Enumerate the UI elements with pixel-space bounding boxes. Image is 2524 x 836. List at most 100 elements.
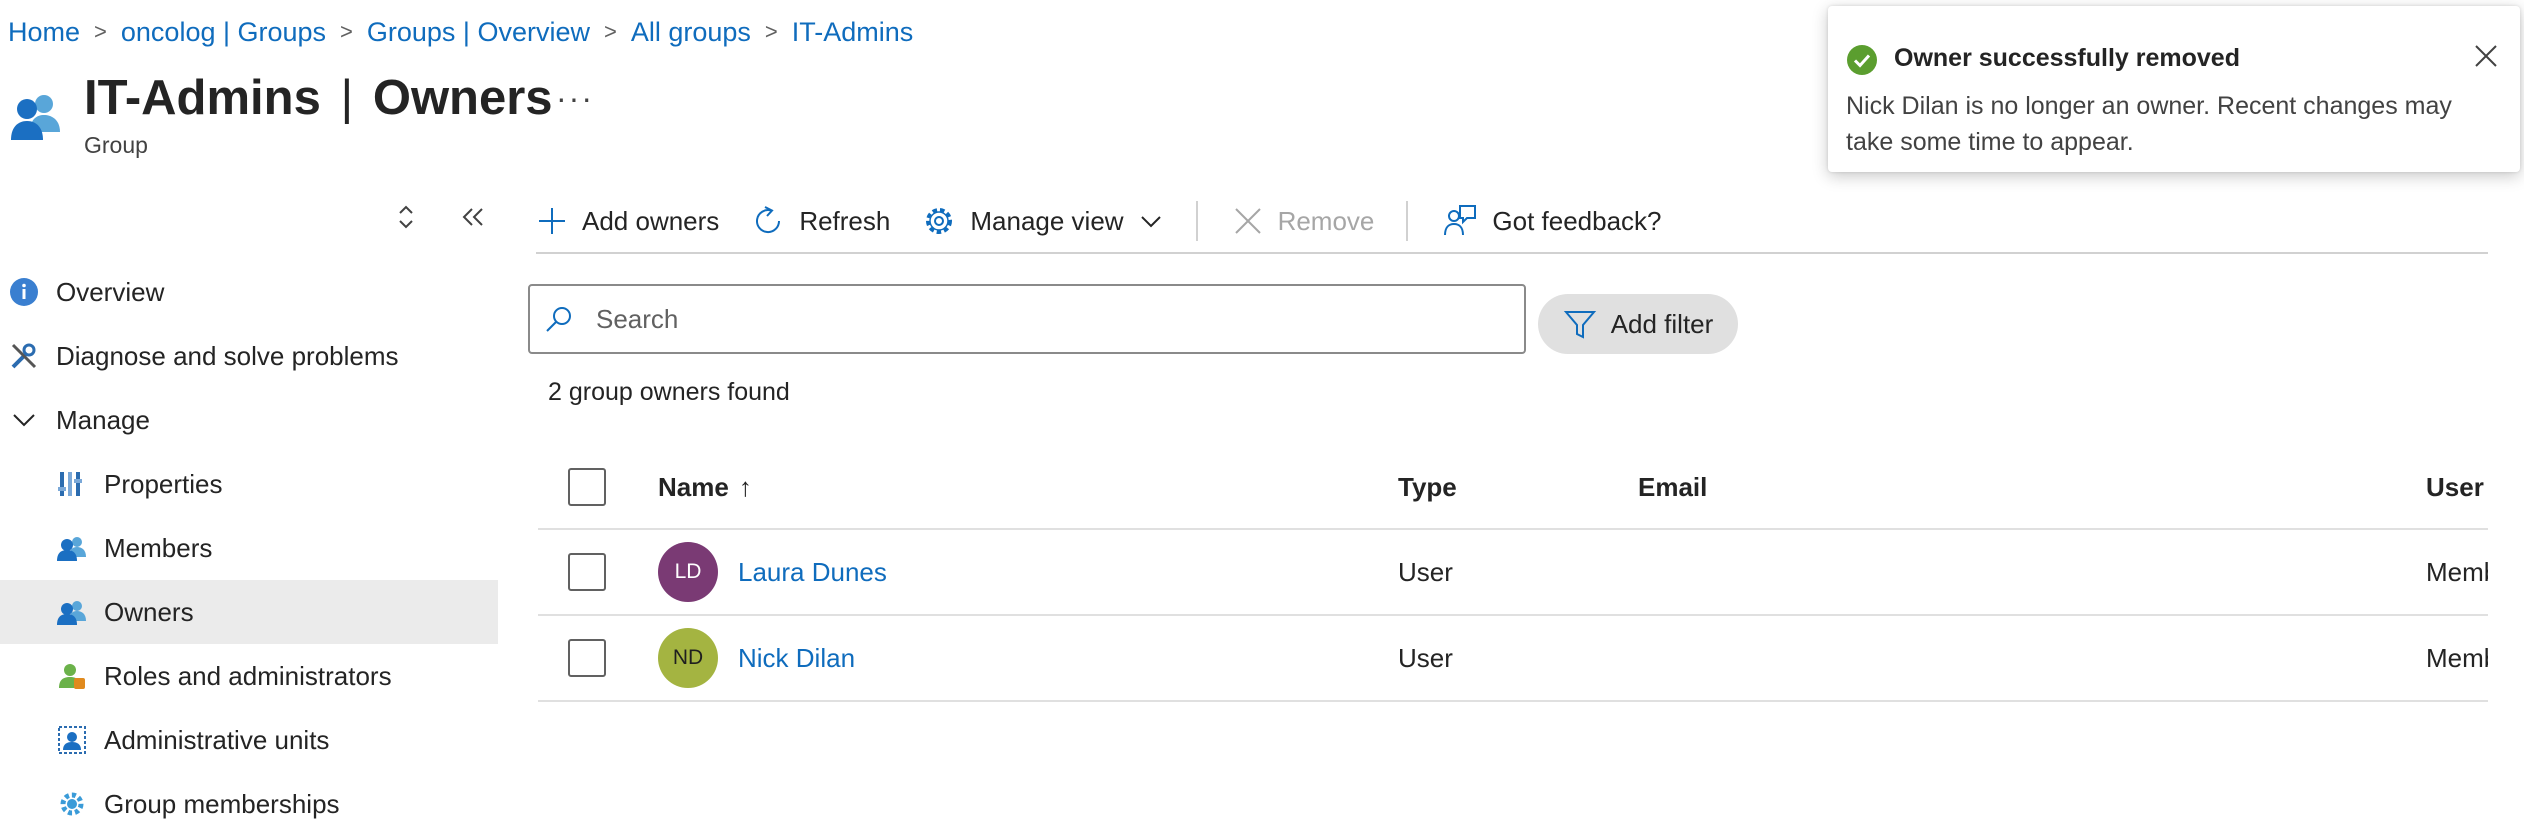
breadcrumb-all-groups[interactable]: All groups — [631, 17, 751, 48]
page-title-divider: | — [340, 71, 354, 125]
user-type-column-label: User type — [2426, 471, 2488, 502]
close-icon — [1234, 208, 1261, 234]
add-owners-label: Add owners — [582, 205, 720, 236]
toast-message: Nick Dilan is no longer an owner. Recent… — [1846, 92, 2452, 156]
name-column-header[interactable]: Name ↑ — [658, 446, 752, 528]
sidebar-item-members[interactable]: Members — [0, 516, 498, 580]
sidebar-group-manage[interactable]: Manage — [0, 388, 498, 452]
table-header-row: Name ↑ Type Email User type — [538, 446, 2488, 530]
sidebar-item-label: Administrative units — [104, 724, 330, 755]
add-filter-button[interactable]: Add filter — [1538, 294, 1738, 354]
add-owners-button[interactable]: Add owners — [536, 205, 719, 237]
email-column-header[interactable]: Email — [1638, 446, 1707, 528]
filter-icon — [1563, 311, 1596, 339]
command-bar: Add owners Refresh Manage view Remove Go… — [536, 190, 2488, 254]
gear-icon — [56, 788, 88, 820]
breadcrumb-home[interactable]: Home — [8, 17, 80, 48]
page-title-section: Owners — [372, 71, 553, 125]
user-type-cell: Member — [2426, 616, 2488, 700]
owner-name-link[interactable]: Nick Dilan — [738, 643, 855, 674]
sidebar-item-label: Manage — [56, 404, 150, 435]
manage-view-button[interactable]: Manage view — [922, 204, 1163, 238]
page-subtitle: Group — [84, 132, 148, 158]
refresh-button[interactable]: Refresh — [751, 204, 890, 238]
breadcrumb-groups-overview[interactable]: Groups | Overview — [367, 17, 590, 48]
type-cell: User — [1398, 642, 1453, 673]
sidebar-item-overview[interactable]: Overview — [0, 260, 498, 324]
add-filter-label: Add filter — [1610, 308, 1714, 339]
toolbar-divider — [1195, 201, 1198, 241]
row-select-cell — [568, 616, 606, 700]
select-all-cell — [568, 446, 606, 528]
chevron-right-icon: > — [603, 19, 617, 44]
sidebar-item-administrative-units[interactable]: Administrative units — [0, 708, 498, 772]
sidebar-item-label: Diagnose and solve problems — [56, 340, 399, 371]
table-row[interactable]: LD Laura Dunes User Member — [538, 530, 2488, 616]
info-icon — [8, 276, 40, 308]
search-box — [528, 284, 1526, 354]
chevron-right-icon: > — [764, 19, 778, 44]
row-select-cell — [568, 530, 606, 614]
toast-title: Owner successfully removed — [1894, 44, 2240, 72]
avatar: ND — [658, 628, 718, 688]
user-type-value: Member — [2426, 556, 2488, 587]
user-type-value: Member — [2426, 642, 2488, 673]
up-down-icon[interactable] — [396, 200, 416, 241]
sidebar-item-owners[interactable]: Owners — [0, 580, 498, 644]
remove-label: Remove — [1277, 205, 1375, 236]
sidebar-item-label: Group memberships — [104, 788, 340, 819]
group-icon — [8, 86, 66, 144]
search-icon — [546, 307, 571, 332]
close-icon[interactable] — [2468, 38, 2504, 74]
chevron-right-icon: > — [340, 19, 353, 44]
feedback-icon — [1444, 205, 1477, 236]
sidebar-item-label: Owners — [104, 596, 194, 627]
results-count: 2 group owners found — [548, 378, 790, 406]
page-title-group: IT-Admins — [84, 71, 321, 125]
manage-view-label: Manage view — [970, 205, 1124, 236]
feedback-button[interactable]: Got feedback? — [1442, 203, 1662, 239]
search-input[interactable] — [594, 302, 1478, 336]
sidebar-item-label: Properties — [104, 468, 223, 499]
sidebar-item-group-memberships[interactable]: Group memberships — [0, 772, 498, 836]
gear-icon — [926, 208, 953, 234]
properties-icon — [56, 468, 88, 500]
name-cell: ND Nick Dilan — [658, 616, 855, 700]
refresh-label: Refresh — [799, 205, 891, 236]
sidebar-nav: Overview Diagnose and solve problems Man… — [0, 260, 498, 836]
person-badge-icon — [56, 660, 88, 692]
people-icon — [56, 532, 88, 564]
breadcrumb: Home > oncolog | Groups > Groups | Overv… — [8, 14, 913, 50]
success-check-icon — [1846, 44, 1878, 81]
user-type-column-header[interactable]: User type — [2426, 446, 2488, 528]
people-icon — [56, 596, 88, 628]
avatar: LD — [658, 542, 718, 602]
name-column-label: Name — [658, 471, 729, 502]
chevron-down-icon — [8, 404, 40, 436]
double-chevron-left-icon[interactable] — [460, 200, 486, 241]
type-column-header[interactable]: Type — [1398, 446, 1457, 528]
chevron-right-icon: > — [94, 19, 107, 44]
sidebar-item-properties[interactable]: Properties — [0, 452, 498, 516]
sidebar-item-label: Roles and administrators — [104, 660, 392, 691]
refresh-icon — [756, 206, 781, 234]
owner-name-link[interactable]: Laura Dunes — [738, 557, 887, 588]
breadcrumb-oncolog-groups[interactable]: oncolog | Groups — [121, 17, 326, 48]
table-row[interactable]: ND Nick Dilan User Member — [538, 616, 2488, 702]
breadcrumb-it-admins[interactable]: IT-Admins — [792, 17, 914, 48]
owners-table: Name ↑ Type Email User type LD Laura Dun… — [538, 446, 2488, 702]
row-checkbox[interactable] — [568, 553, 606, 591]
more-options-button[interactable]: ··· — [556, 80, 594, 117]
sidebar-item-roles[interactable]: Roles and administrators — [0, 644, 498, 708]
name-cell: LD Laura Dunes — [658, 530, 887, 614]
select-all-checkbox[interactable] — [568, 468, 606, 506]
sort-ascending-icon: ↑ — [738, 471, 752, 502]
sidebar-item-label: Overview — [56, 276, 165, 307]
remove-button[interactable]: Remove — [1232, 205, 1375, 237]
row-checkbox[interactable] — [568, 639, 606, 677]
wrench-icon — [8, 340, 40, 372]
page-title: IT-Admins | Owners — [84, 66, 553, 130]
user-type-cell: Member — [2426, 530, 2488, 614]
toolbar-divider — [1406, 201, 1409, 241]
sidebar-item-diagnose[interactable]: Diagnose and solve problems — [0, 324, 498, 388]
